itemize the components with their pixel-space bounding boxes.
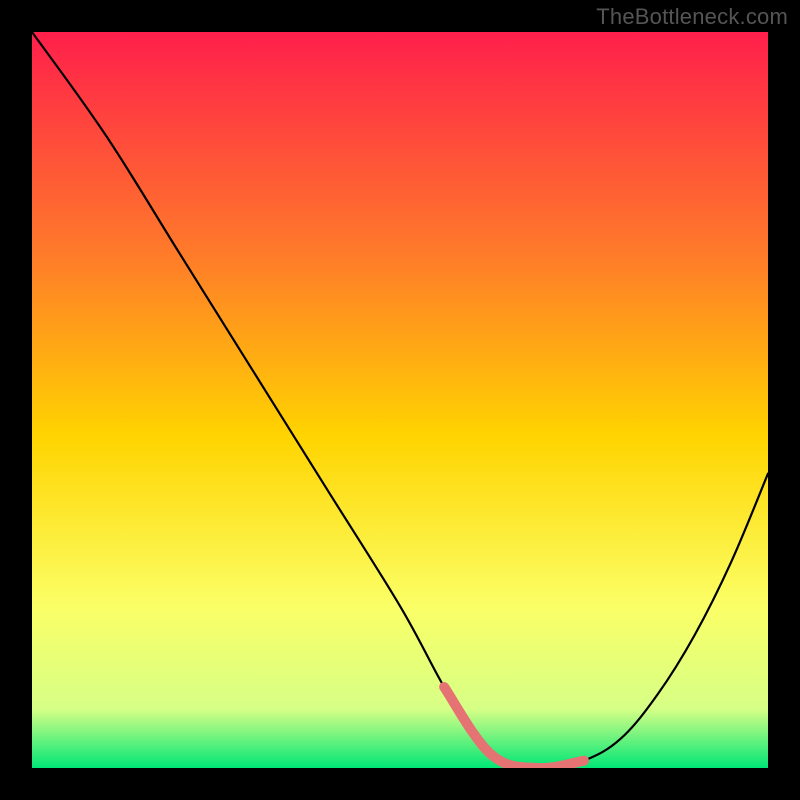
chart-stage: TheBottleneck.com <box>0 0 800 800</box>
bottleneck-chart <box>32 32 768 768</box>
attribution-text: TheBottleneck.com <box>596 4 788 30</box>
gradient-background <box>32 32 768 768</box>
